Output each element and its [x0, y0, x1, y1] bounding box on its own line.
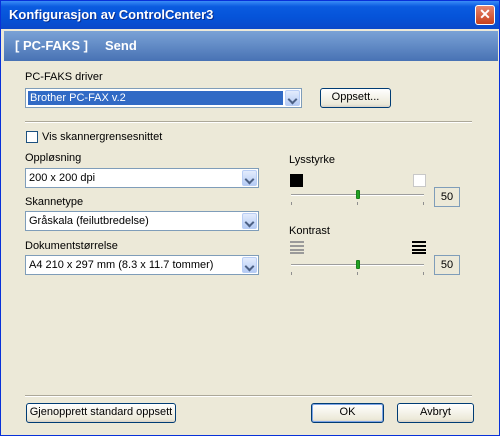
resolution-label: Oppløsning — [25, 152, 82, 164]
doc-size-select-value: A4 210 x 297 mm (8.3 x 11.7 tommer) — [29, 259, 214, 271]
dialog-window: Konfigurasjon av ControlCenter3 ✕ [ PC-F… — [0, 0, 500, 436]
scan-type-select[interactable]: Gråskala (feilutbredelse) — [25, 211, 259, 231]
chevron-down-icon[interactable] — [242, 170, 257, 186]
header-tab-label: [ PC-FAKS ] — [15, 38, 88, 53]
restore-defaults-button[interactable]: Gjenopprett standard oppsett — [26, 403, 176, 423]
close-button[interactable]: ✕ — [475, 5, 495, 25]
brightness-value: 50 — [434, 187, 460, 207]
contrast-label: Kontrast — [289, 225, 330, 237]
driver-select-value: Brother PC-FAX v.2 — [28, 91, 283, 105]
light-square-icon — [413, 174, 426, 187]
scan-type-select-value: Gråskala (feilutbredelse) — [29, 215, 149, 227]
low-contrast-icon — [290, 241, 304, 254]
slider-tick — [423, 272, 424, 275]
driver-select[interactable]: Brother PC-FAX v.2 — [25, 88, 302, 108]
scan-type-label: Skannetype — [25, 196, 84, 208]
slider-tick — [291, 272, 292, 275]
chevron-down-icon[interactable] — [242, 213, 257, 229]
scanner-ui-label: Vis skannergrensesnittet — [42, 131, 163, 143]
dark-square-icon — [290, 174, 303, 187]
chevron-down-icon[interactable] — [285, 90, 300, 106]
cancel-button[interactable]: Avbryt — [397, 403, 474, 423]
resolution-select-value: 200 x 200 dpi — [29, 172, 96, 184]
divider-bottom — [25, 395, 472, 397]
contrast-value: 50 — [434, 255, 460, 275]
chevron-down-icon[interactable] — [242, 257, 257, 273]
doc-size-select[interactable]: A4 210 x 297 mm (8.3 x 11.7 tommer) — [25, 255, 259, 275]
slider-tick — [291, 202, 292, 205]
high-contrast-icon — [412, 241, 426, 254]
ok-button[interactable]: OK — [311, 403, 384, 423]
brightness-label: Lysstyrke — [289, 154, 336, 166]
driver-label: PC-FAKS driver — [25, 71, 103, 83]
close-icon: ✕ — [479, 6, 491, 22]
slider-tick — [423, 202, 424, 205]
resolution-select[interactable]: 200 x 200 dpi — [25, 168, 259, 188]
divider-top — [25, 121, 472, 123]
title-bar[interactable]: Konfigurasjon av ControlCenter3 ✕ — [1, 1, 499, 29]
window-title: Konfigurasjon av ControlCenter3 — [9, 7, 214, 22]
brightness-slider-thumb[interactable] — [355, 190, 360, 199]
header-band: [ PC-FAKS ] Send — [4, 31, 498, 61]
driver-setup-button[interactable]: Oppsett... — [320, 88, 391, 108]
slider-tick — [357, 202, 358, 205]
scanner-ui-checkbox[interactable] — [26, 131, 38, 143]
contrast-slider-thumb[interactable] — [355, 260, 360, 269]
slider-tick — [357, 272, 358, 275]
doc-size-label: Dokumentstørrelse — [25, 240, 118, 252]
header-sub-label: Send — [105, 38, 137, 53]
